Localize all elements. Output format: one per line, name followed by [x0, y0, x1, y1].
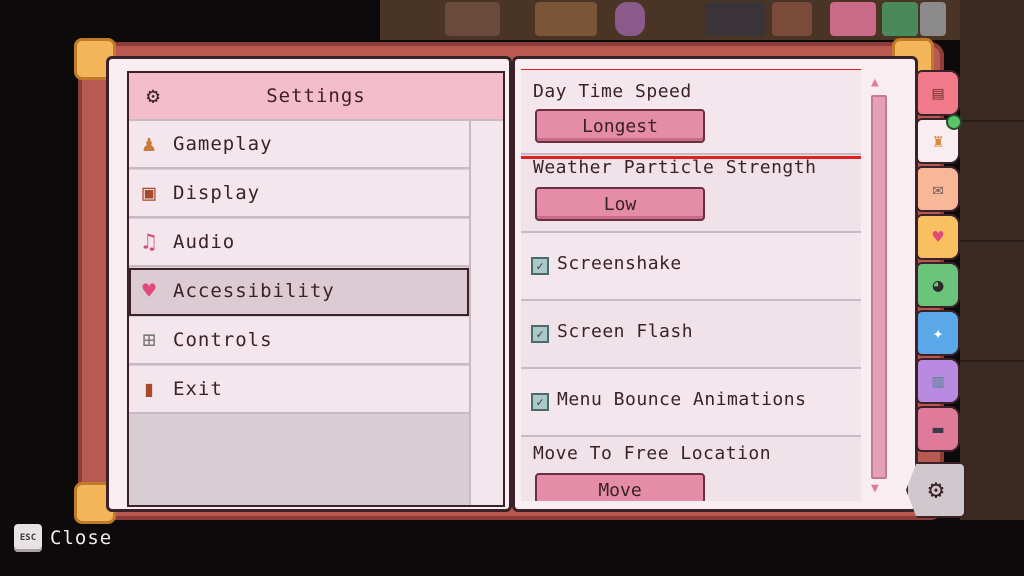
map-icon: ▥: [932, 370, 944, 392]
nav-item-accessibility[interactable]: ♥ Accessibility: [129, 268, 469, 316]
close-hint[interactable]: ESC Close: [14, 524, 112, 552]
setting-label: Move To Free Location: [533, 443, 772, 464]
wall-plank: [960, 120, 1024, 122]
nav-item-label: Exit: [173, 378, 223, 400]
wall-plank: [960, 240, 1024, 242]
cow-icon: ◕: [932, 274, 944, 296]
setting-screen-flash[interactable]: ✓ Screen Flash: [521, 301, 861, 369]
setting-screenshake[interactable]: ✓ Screenshake: [521, 233, 861, 301]
move-button[interactable]: Move: [535, 473, 705, 501]
nav-item-label: Accessibility: [173, 280, 335, 302]
menu-bounce-checkbox[interactable]: ✓: [531, 393, 549, 411]
tab-wardrobe[interactable]: ♜: [916, 114, 962, 164]
mail-icon: ✉: [932, 178, 944, 200]
tab-mail[interactable]: ✉: [916, 166, 960, 212]
nav-item-display[interactable]: ▣ Display: [129, 170, 469, 218]
settings-book: ⚙ Settings ♟ Gameplay ▣ Display ♫ Audio …: [74, 38, 966, 524]
settings-scrollbar[interactable]: ▲ ▼: [867, 75, 889, 501]
tab-computer[interactable]: ▬: [916, 406, 960, 452]
computer-icon: ▬: [932, 418, 944, 440]
scroll-up-icon[interactable]: ▲: [871, 75, 879, 90]
nav-item-exit[interactable]: ▮ Exit: [129, 366, 469, 414]
nav-item-label: Display: [173, 182, 261, 204]
barrel: [535, 2, 597, 36]
weather-particle-strength-button[interactable]: Low: [535, 187, 705, 221]
door-icon: ▮: [142, 376, 156, 402]
backpack-icon: ▤: [932, 82, 944, 104]
nav-header-label: Settings: [266, 85, 366, 107]
setting-label: Menu Bounce Animations: [557, 389, 807, 410]
setting-menu-bounce-animations[interactable]: ✓ Menu Bounce Animations: [521, 369, 861, 437]
bookshelf: [445, 2, 500, 36]
nav-scroll-area: [469, 121, 503, 505]
screenshake-checkbox[interactable]: ✓: [531, 257, 549, 275]
selection-highlight: [521, 69, 861, 159]
notification-badge: [946, 114, 962, 130]
esc-key-icon: ESC: [14, 524, 42, 552]
nav-item-gameplay[interactable]: ♟ Gameplay: [129, 121, 469, 169]
teapot: [830, 2, 876, 36]
chair: [772, 2, 812, 36]
nav-item-label: Controls: [173, 329, 273, 351]
tab-skills[interactable]: ✦: [916, 310, 960, 356]
left-page: ⚙ Settings ♟ Gameplay ▣ Display ♫ Audio …: [106, 56, 512, 512]
setting-label: Screen Flash: [557, 321, 694, 342]
accessibility-settings: Day Time Speed Longest Weather Particle …: [521, 69, 861, 501]
music-note-icon: ♫: [142, 229, 156, 255]
heart-icon: ♥: [142, 278, 156, 304]
setting-weather-particle-strength: Weather Particle Strength Low: [521, 155, 861, 233]
gamepad-icon: ⊞: [142, 327, 156, 353]
heart-icon: ♥: [932, 226, 944, 248]
tab-backpack[interactable]: ▤: [916, 70, 960, 116]
nav-item-label: Audio: [173, 231, 236, 253]
gear-icon: ⚙: [928, 475, 944, 505]
plant: [882, 2, 918, 36]
settings-nav: ⚙ Settings ♟ Gameplay ▣ Display ♫ Audio …: [127, 71, 505, 507]
room-wall: [960, 0, 1024, 520]
nav-header-settings: ⚙ Settings: [129, 73, 503, 121]
screen-flash-checkbox[interactable]: ✓: [531, 325, 549, 343]
tab-settings[interactable]: ⚙: [906, 462, 966, 518]
shirt-icon: ♜: [932, 130, 944, 152]
scrollbar-thumb[interactable]: [871, 95, 887, 479]
scroll-down-icon[interactable]: ▼: [871, 481, 879, 496]
setting-move-to-free-location: Move To Free Location Move: [521, 437, 861, 501]
right-page: Day Time Speed Longest Weather Particle …: [512, 56, 918, 512]
close-label: Close: [50, 527, 113, 549]
setting-label: Screenshake: [557, 253, 682, 274]
tab-animals[interactable]: ◕: [916, 262, 960, 308]
nav-item-label: Gameplay: [173, 133, 273, 155]
nav-item-controls[interactable]: ⊞ Controls: [129, 317, 469, 365]
nav-item-audio[interactable]: ♫ Audio: [129, 219, 469, 267]
lamp: [615, 2, 645, 36]
gear-icon: ⚙: [146, 83, 160, 109]
pot: [920, 2, 946, 36]
tv-icon: ▣: [142, 180, 156, 206]
wall-plank: [960, 360, 1024, 362]
character-icon: ♟: [142, 131, 156, 157]
tab-relationships[interactable]: ♥: [916, 214, 960, 260]
tab-map[interactable]: ▥: [916, 358, 960, 404]
setting-label: Weather Particle Strength: [533, 157, 817, 178]
sparkle-icon: ✦: [932, 322, 944, 344]
stove: [705, 2, 765, 36]
